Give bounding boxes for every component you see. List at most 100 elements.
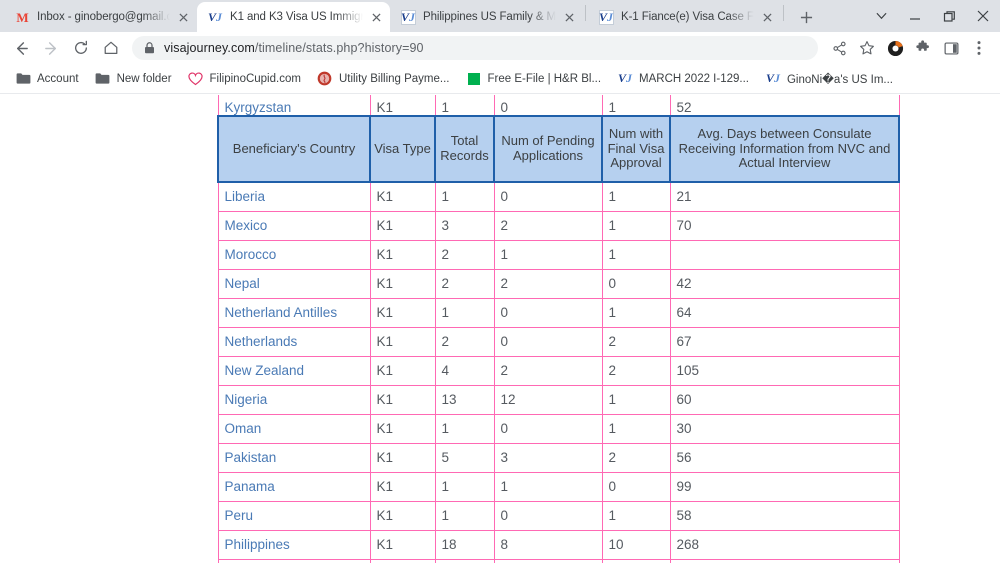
close-icon[interactable] — [368, 9, 384, 25]
table-cell: 5 — [434, 442, 495, 473]
country-link[interactable]: Panama — [217, 471, 371, 502]
bookmarks-bar: Account New folder FilipinoCupid.com Uti… — [0, 64, 1000, 94]
visajourney-icon: VJ — [207, 10, 222, 24]
close-window-icon[interactable] — [966, 0, 1000, 32]
bookmark-label: MARCH 2022 I-129... — [639, 72, 749, 85]
minimize-icon[interactable] — [898, 0, 932, 32]
country-link[interactable]: Philippines — [217, 529, 371, 560]
table-cell: 4 — [434, 355, 495, 386]
table-row: Panama K1 1 1 0 99 — [217, 471, 900, 502]
country-link[interactable]: Mexico — [217, 210, 371, 241]
maximize-restore-icon[interactable] — [932, 0, 966, 32]
table-cell: K1 — [369, 268, 436, 299]
column-header[interactable]: Avg. Days between Consulate Receiving In… — [669, 115, 900, 183]
table-cell: 10 — [601, 529, 671, 560]
bookmark-ginonina-us-im[interactable]: VJ GinoNi�a's US Im... — [758, 68, 900, 90]
table-row: Pakistan K1 5 3 2 56 — [217, 442, 900, 473]
page-content: Kyrgyzstan K1 1 0 1 52 Beneficiary's Country Vi… — [0, 95, 1000, 563]
table-cell: 13 — [434, 384, 495, 415]
lock-icon — [144, 42, 155, 54]
table-cell: K1 — [369, 558, 436, 563]
column-header[interactable]: Visa Type — [369, 115, 436, 183]
table-cell: 2 — [434, 326, 495, 357]
browser-tab-1[interactable]: VJ K1 and K3 Visa US Immigration — [197, 2, 390, 32]
table-row: New Zealand K1 4 2 2 105 — [217, 355, 900, 386]
bookmark-utility-billing[interactable]: Utility Billing Payme... — [310, 68, 457, 90]
country-link[interactable]: Portugal — [217, 558, 371, 563]
back-arrow-icon[interactable] — [8, 35, 34, 61]
bookmark-star-icon[interactable] — [854, 35, 880, 61]
close-icon[interactable] — [175, 9, 191, 25]
table-cell: 1 — [434, 500, 495, 531]
tab-title: Inbox - ginobergo@gmail.com — [37, 11, 170, 23]
bookmark-account[interactable]: Account — [8, 68, 86, 90]
country-link[interactable]: Peru — [217, 500, 371, 531]
table-cell: 3 — [434, 210, 495, 241]
browser-tab-2[interactable]: VJ Philippines US Family & Marr — [390, 2, 583, 32]
table-cell: 0 — [493, 95, 603, 117]
table-cell: 1 — [601, 95, 671, 117]
column-header[interactable]: Num with Final Visa Approval — [601, 115, 671, 183]
table-cell: 1 — [493, 471, 603, 502]
table-cell: 3 — [493, 442, 603, 473]
bookmark-label: Utility Billing Payme... — [338, 72, 450, 85]
country-link[interactable]: Oman — [217, 413, 371, 444]
bookmark-new-folder[interactable]: New folder — [88, 68, 179, 90]
bookmark-free-efile[interactable]: Free E-File | H&R Bl... — [459, 68, 609, 90]
table-row: Nepal K1 2 2 0 42 — [217, 268, 900, 299]
browser-tab-3[interactable]: VJ K-1 Fiance(e) Visa Case Filin — [588, 2, 781, 32]
bookmark-label: FilipinoCupid.com — [209, 72, 301, 85]
table-row: Mexico K1 3 2 1 70 — [217, 210, 900, 241]
table-cell: 1 — [601, 210, 671, 241]
bookmark-filipinocupid[interactable]: FilipinoCupid.com — [181, 68, 308, 90]
table-cell: 2 — [434, 239, 495, 270]
home-icon[interactable] — [98, 35, 124, 61]
table-cell: 58 — [669, 500, 900, 531]
table-row: Morocco K1 2 1 1 — [217, 239, 900, 270]
table-cell: K1 — [369, 500, 436, 531]
country-link[interactable]: Nepal — [217, 268, 371, 299]
country-link[interactable]: New Zealand — [217, 355, 371, 386]
table-cell: 70 — [669, 210, 900, 241]
table-cell: K1 — [369, 529, 436, 560]
browser-tab-0[interactable]: M Inbox - ginobergo@gmail.com — [4, 2, 197, 32]
table-cell: 2 — [601, 442, 671, 473]
side-panel-icon[interactable] — [938, 35, 964, 61]
country-link[interactable]: Nigeria — [217, 384, 371, 415]
column-header[interactable]: Num of Pending Applications — [493, 115, 603, 183]
table-cell: 0 — [493, 558, 603, 563]
country-link[interactable]: Morocco — [217, 239, 371, 270]
share-icon[interactable] — [826, 35, 852, 61]
profile-icon[interactable] — [882, 35, 908, 61]
country-link[interactable]: Liberia — [217, 181, 371, 212]
close-icon[interactable] — [759, 9, 775, 25]
table-cell: 0 — [493, 297, 603, 328]
country-link[interactable]: Netherlands — [217, 326, 371, 357]
new-tab-button[interactable] — [792, 3, 820, 31]
forward-arrow-icon[interactable] — [38, 35, 64, 61]
column-header[interactable]: Beneficiary's Country — [217, 115, 371, 183]
column-header[interactable]: Total Records — [434, 115, 495, 183]
address-bar[interactable]: visajourney.com/timeline/stats.php?histo… — [132, 36, 818, 60]
table-cell: 0 — [493, 326, 603, 357]
reload-icon[interactable] — [68, 35, 94, 61]
table-cell: 42 — [669, 268, 900, 299]
country-link[interactable]: Netherland Antilles — [217, 297, 371, 328]
country-link[interactable]: Pakistan — [217, 442, 371, 473]
table-cell: 2 — [601, 355, 671, 386]
extensions-puzzle-icon[interactable] — [910, 35, 936, 61]
table-cell: 56 — [669, 442, 900, 473]
heart-icon — [188, 71, 204, 87]
tab-separator — [783, 4, 784, 21]
visa-statistics-table: Kyrgyzstan K1 1 0 1 52 Beneficiary's Country Vi… — [217, 95, 900, 563]
table-cell: 1 — [434, 181, 495, 212]
table-cell: K1 — [369, 413, 436, 444]
tab-search-chevron-down-icon[interactable] — [864, 0, 898, 32]
table-cell: 0 — [493, 500, 603, 531]
chrome-menu-icon[interactable] — [966, 35, 992, 61]
visajourney-icon: VJ — [618, 71, 633, 85]
country-link[interactable]: Kyrgyzstan — [217, 95, 371, 117]
table-cell: 1 — [493, 239, 603, 270]
close-icon[interactable] — [561, 9, 577, 25]
bookmark-march-2022[interactable]: VJ MARCH 2022 I-129... — [610, 68, 756, 90]
